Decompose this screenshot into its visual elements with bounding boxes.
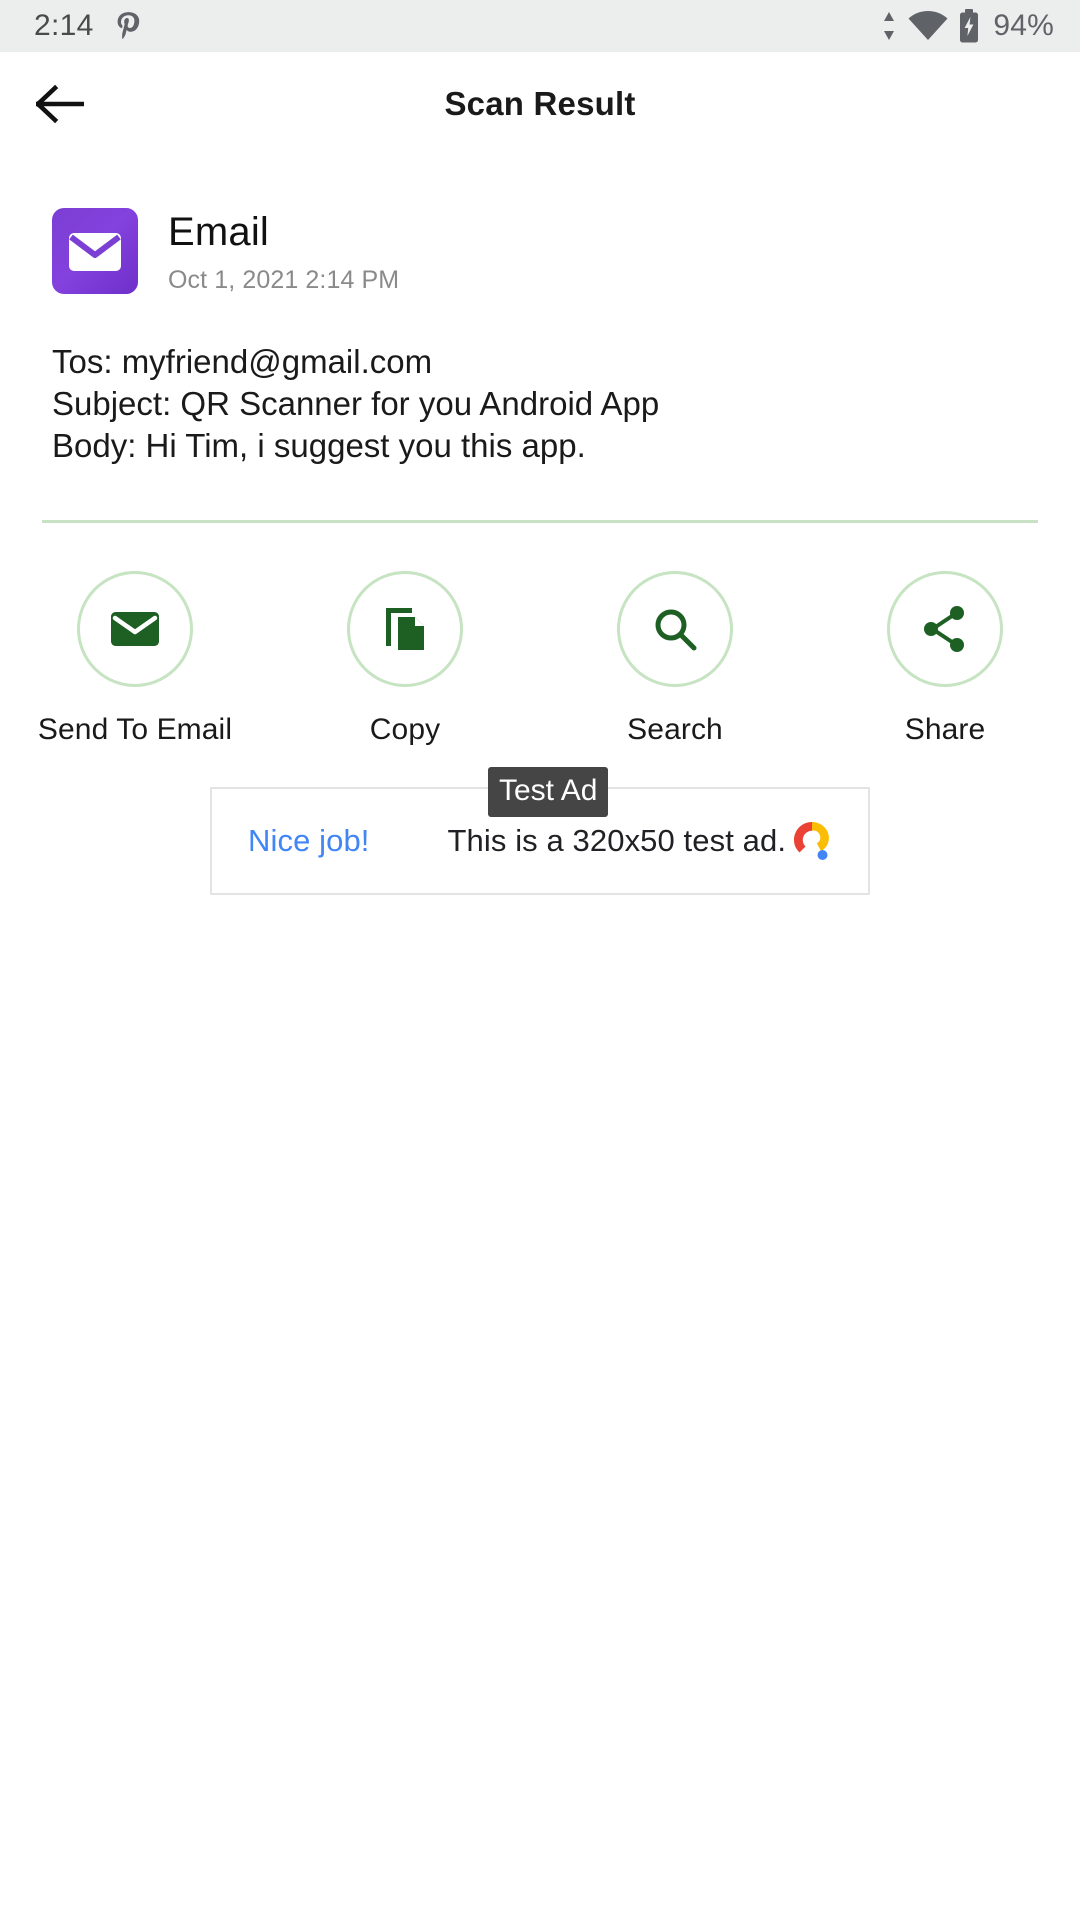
action-share-circle bbox=[887, 570, 1003, 687]
scan-result-content: Tos: myfriend@gmail.com Subject: QR Scan… bbox=[0, 295, 1080, 468]
result-line-to: Tos: myfriend@gmail.com bbox=[52, 342, 433, 380]
ad-cta-link[interactable]: Nice job! bbox=[248, 823, 370, 859]
action-copy-circle bbox=[347, 570, 463, 687]
result-line-body: Body: Hi Tim, i suggest you this app. bbox=[52, 427, 586, 465]
action-send-to-email-circle bbox=[77, 570, 193, 687]
action-search-label: Search bbox=[627, 712, 723, 746]
wifi-icon bbox=[907, 10, 949, 42]
data-transfer-icon bbox=[880, 10, 898, 42]
back-button[interactable] bbox=[12, 56, 108, 152]
status-bar: 2:14 94% bbox=[0, 0, 1080, 52]
action-send-to-email[interactable]: Send To Email bbox=[0, 570, 270, 747]
scan-result-meta: Email Oct 1, 2021 2:14 PM bbox=[168, 208, 399, 295]
status-bar-right: 94% bbox=[880, 9, 1054, 43]
page-title: Scan Result bbox=[444, 85, 636, 122]
action-search[interactable]: Search bbox=[540, 570, 810, 747]
action-search-circle bbox=[617, 570, 733, 687]
back-arrow-icon bbox=[36, 84, 84, 124]
copy-icon bbox=[382, 604, 428, 654]
scan-timestamp: Oct 1, 2021 2:14 PM bbox=[168, 265, 400, 294]
action-copy[interactable]: Copy bbox=[270, 570, 540, 747]
pinterest-icon bbox=[116, 11, 142, 41]
battery-percentage: 94% bbox=[993, 9, 1054, 42]
ad-banner[interactable]: Test Ad Nice job! This is a 320x50 test … bbox=[210, 766, 870, 895]
ad-body-text: This is a 320x50 test ad. bbox=[447, 822, 787, 858]
status-bar-left: 2:14 bbox=[34, 9, 142, 43]
envelope-icon bbox=[110, 610, 160, 648]
admob-logo-icon bbox=[784, 813, 840, 869]
app-bar: Scan Result bbox=[0, 52, 1080, 156]
action-send-to-email-label: Send To Email bbox=[37, 712, 233, 746]
action-share[interactable]: Share bbox=[810, 570, 1080, 747]
share-icon bbox=[922, 605, 968, 653]
email-app-icon bbox=[52, 208, 138, 294]
scan-result-header: Email Oct 1, 2021 2:14 PM bbox=[0, 156, 1080, 295]
action-share-label: Share bbox=[904, 712, 986, 746]
action-row: Send To Email Copy Search Share bbox=[0, 523, 1080, 747]
result-line-subject: Subject: QR Scanner for you Android App bbox=[52, 385, 660, 423]
scan-type-title: Email bbox=[168, 210, 270, 254]
action-copy-label: Copy bbox=[369, 712, 441, 746]
status-bar-clock: 2:14 bbox=[34, 9, 94, 42]
ad-test-badge: Test Ad bbox=[488, 766, 609, 817]
battery-charging-icon bbox=[958, 9, 980, 43]
search-icon bbox=[652, 606, 698, 652]
